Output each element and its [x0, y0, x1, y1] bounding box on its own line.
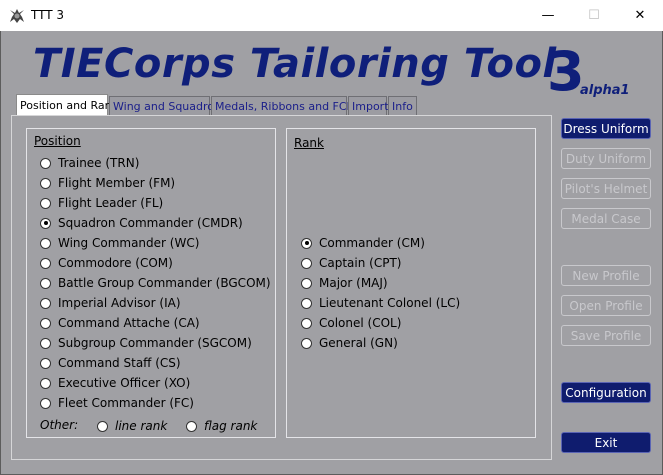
other-option-flag-rank[interactable]: flag rank: [186, 417, 257, 435]
rank-group-title: Rank: [294, 136, 324, 150]
duty-uniform-button[interactable]: Duty Uniform: [561, 148, 651, 169]
rank-option-cm[interactable]: Commander (CM): [301, 234, 425, 252]
position-option-ia[interactable]: Imperial Advisor (IA): [40, 294, 181, 312]
radio-indicator[interactable]: [40, 157, 51, 169]
tab-medals-ribbons-fchg[interactable]: Medals, Ribbons and FCHG: [211, 96, 363, 115]
position-option-xo[interactable]: Executive Officer (XO): [40, 374, 190, 392]
position-option-cs[interactable]: Command Staff (CS): [40, 354, 181, 372]
radio-indicator[interactable]: [301, 297, 312, 309]
minimize-button[interactable]: —: [525, 0, 571, 31]
radio-indicator[interactable]: [301, 257, 312, 269]
maximize-button[interactable]: ☐: [571, 0, 617, 31]
tab-info[interactable]: Info: [388, 96, 417, 115]
window-title: TTT 3: [31, 8, 65, 22]
rank-option-col[interactable]: Colonel (COL): [301, 314, 401, 332]
title-bar: TTT 3 — ☐ ✕: [0, 0, 663, 31]
save-profile-button[interactable]: Save Profile: [561, 325, 651, 346]
new-profile-button[interactable]: New Profile: [561, 265, 651, 286]
position-option-com[interactable]: Commodore (COM): [40, 254, 173, 272]
logo-version: alpha1: [580, 83, 630, 98]
position-option-fc[interactable]: Fleet Commander (FC): [40, 394, 194, 412]
rank-option-cpt[interactable]: Captain (CPT): [301, 254, 401, 272]
position-option-ca[interactable]: Command Attache (CA): [40, 314, 200, 332]
radio-indicator-selected[interactable]: [40, 217, 51, 229]
open-profile-button[interactable]: Open Profile: [561, 295, 651, 316]
medal-case-button[interactable]: Medal Case: [561, 208, 651, 229]
logo-title: TIECorps Tailoring Tool: [33, 41, 557, 87]
position-option-cmdr[interactable]: Squadron Commander (CMDR): [40, 214, 243, 232]
app-icon: [10, 9, 24, 23]
position-option-fl[interactable]: Flight Leader (FL): [40, 194, 163, 212]
radio-indicator[interactable]: [301, 277, 312, 289]
radio-indicator[interactable]: [40, 277, 51, 289]
exit-button[interactable]: Exit: [561, 432, 651, 453]
other-option-line-rank[interactable]: line rank: [97, 417, 167, 435]
logo-number: 3: [547, 40, 585, 103]
radio-indicator[interactable]: [40, 237, 51, 249]
position-option-sgcom[interactable]: Subgroup Commander (SGCOM): [40, 334, 252, 352]
radio-indicator[interactable]: [40, 377, 51, 389]
position-option-fm[interactable]: Flight Member (FM): [40, 174, 175, 192]
radio-indicator[interactable]: [301, 317, 312, 329]
tab-position-and-rank[interactable]: Position and Rank: [16, 94, 118, 115]
radio-indicator[interactable]: [40, 357, 51, 369]
rank-option-maj[interactable]: Major (MAJ): [301, 274, 388, 292]
position-option-bgcom[interactable]: Battle Group Commander (BGCOM): [40, 274, 271, 292]
radio-indicator[interactable]: [40, 197, 51, 209]
tab-wing-and-squadron[interactable]: Wing and Squadron: [109, 96, 221, 115]
configuration-button[interactable]: Configuration: [561, 382, 651, 403]
position-group-title: Position: [34, 134, 81, 148]
radio-indicator[interactable]: [301, 337, 312, 349]
close-button[interactable]: ✕: [617, 0, 663, 31]
radio-indicator[interactable]: [40, 297, 51, 309]
tab-import[interactable]: Import: [348, 96, 389, 115]
position-option-wc[interactable]: Wing Commander (WC): [40, 234, 199, 252]
radio-indicator[interactable]: [40, 337, 51, 349]
other-label: Other:: [40, 418, 79, 432]
radio-indicator-selected[interactable]: [301, 237, 312, 249]
pilots-helmet-button[interactable]: Pilot's Helmet: [561, 178, 651, 199]
radio-indicator[interactable]: [186, 420, 197, 432]
radio-indicator[interactable]: [40, 177, 51, 189]
dress-uniform-button[interactable]: Dress Uniform: [561, 118, 651, 139]
rank-option-lc[interactable]: Lieutenant Colonel (LC): [301, 294, 460, 312]
radio-indicator[interactable]: [40, 397, 51, 409]
position-option-trn[interactable]: Trainee (TRN): [40, 154, 139, 172]
radio-indicator[interactable]: [40, 257, 51, 269]
radio-indicator[interactable]: [40, 317, 51, 329]
radio-indicator[interactable]: [97, 420, 108, 432]
rank-option-gn[interactable]: General (GN): [301, 334, 398, 352]
